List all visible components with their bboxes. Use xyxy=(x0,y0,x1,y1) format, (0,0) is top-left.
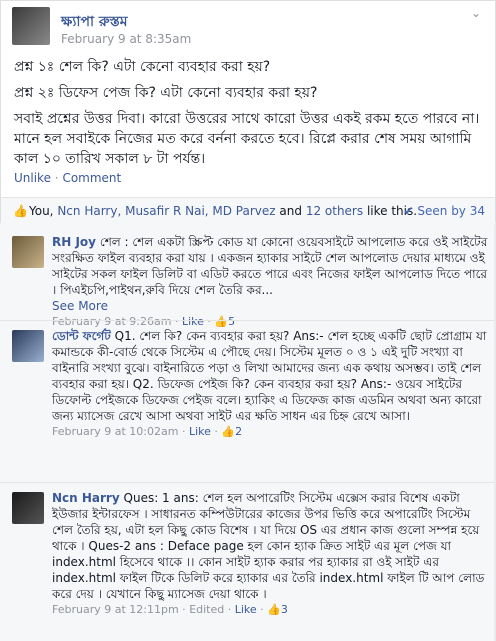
unlike-link[interactable]: Unlike xyxy=(14,171,51,185)
comment-time[interactable]: February 9 at 12:11pm xyxy=(52,603,179,616)
comment-like-count[interactable]: 3 xyxy=(281,603,288,616)
comment-body: Ncn Harry Ques: 1 ans: শেল হল অপারেটিং স… xyxy=(52,490,488,618)
like-thumb-icon: 👍 xyxy=(214,315,229,328)
comment-like-count[interactable]: 2 xyxy=(235,425,242,438)
post-options-chevron-icon[interactable]: ⌄ xyxy=(471,6,481,20)
comment-time[interactable]: February 9 at 9:26am xyxy=(52,315,171,328)
comment-body: RH Joy শেল : শেল একটা স্ক্রিপ্ট কোড যা ক… xyxy=(52,234,488,330)
question-2: প্রশ্ন ২ঃ ডিফেস পেজ কি? এটা কেনো ব্যবহার… xyxy=(14,85,318,101)
comment-like-link[interactable]: Like xyxy=(189,425,211,438)
likes-others-link[interactable]: 12 others xyxy=(306,204,363,218)
likes-bar: 👍 You, Ncn Harry, Musafir R Nai, MD Parv… xyxy=(1,197,495,225)
comment-body: ডোন্ট ফর্গেট Q1. শেল কি? কেন ব্যবহার করা… xyxy=(52,328,488,440)
comment-text: শেল : শেল একটা স্ক্রিপ্ট কোড যা কোনো ওয়… xyxy=(52,235,488,297)
commenter-name[interactable]: RH Joy xyxy=(52,235,96,249)
comment-time[interactable]: February 9 at 10:02am xyxy=(52,425,178,438)
commenter-name[interactable]: Ncn Harry xyxy=(52,491,120,505)
like-thumb-icon: 👍 xyxy=(13,204,28,218)
question-1: প্রশ্ন ১ঃ শেল কি? এটা কেনো ব্যবহার করা হ… xyxy=(14,59,271,75)
likes-summary: You, Ncn Harry, Musafir R Nai, MD Parvez… xyxy=(29,204,417,218)
seen-by[interactable]: ✔ Seen by 34 xyxy=(404,204,485,218)
edited-label[interactable]: Edited xyxy=(189,603,224,616)
like-thumb-icon: 👍 xyxy=(267,603,281,616)
comment-link[interactable]: Comment xyxy=(62,171,121,185)
post-card: ক্ষ্যাপা রুস্তম ⌄ February 9 at 8:35am প… xyxy=(0,0,496,225)
comment-meta: February 9 at 12:11pm · Edited · Like · … xyxy=(52,603,288,616)
comment-like-count[interactable]: 5 xyxy=(228,315,235,328)
comments-section: RH Joy শেল : শেল একটা স্ক্রিপ্ট কোড যা ক… xyxy=(0,224,494,641)
likes-prefix: You, xyxy=(29,204,54,218)
commenter-avatar[interactable] xyxy=(12,236,44,268)
comment-divider xyxy=(0,320,494,321)
comment-like-link[interactable]: Like xyxy=(235,603,257,616)
commenter-avatar[interactable] xyxy=(12,330,44,362)
separator-dot: · xyxy=(54,171,59,185)
comment-text: Q1. শেল কি? কেন ব্যবহার করা হয়? Ans:- শ… xyxy=(52,329,487,423)
post-timestamp[interactable]: February 9 at 8:35am xyxy=(61,32,191,46)
comment-meta: February 9 at 10:02am · Like · 👍2 xyxy=(52,425,243,438)
author-avatar[interactable] xyxy=(12,7,50,45)
comment-like-link[interactable]: Like xyxy=(182,315,204,328)
likes-and: and xyxy=(279,204,302,218)
commenter-avatar[interactable] xyxy=(12,492,44,524)
see-more-link[interactable]: See More xyxy=(52,299,108,313)
page: ক্ষ্যাপা রুস্তম ⌄ February 9 at 8:35am প… xyxy=(0,0,496,641)
post-actions: Unlike · Comment xyxy=(14,171,121,185)
post-instructions: সবাই প্রশ্নের উত্তর দিবা। কারো উত্তরের স… xyxy=(14,111,480,167)
likes-names[interactable]: Ncn Harry, Musafir R Nai, MD Parvez xyxy=(57,204,275,218)
post-author[interactable]: ক্ষ্যাপা রুস্তম xyxy=(61,10,127,34)
comment-divider xyxy=(0,482,494,483)
commenter-name[interactable]: ডোন্ট ফর্গেট xyxy=(52,329,111,343)
like-thumb-icon: 👍 xyxy=(221,425,236,438)
comment-text: Ques: 1 ans: শেল হল অপারেটিং সিস্টেম এক্… xyxy=(52,491,485,601)
post-body: প্রশ্ন ১ঃ শেল কি? এটা কেনো ব্যবহার করা হ… xyxy=(14,57,484,175)
